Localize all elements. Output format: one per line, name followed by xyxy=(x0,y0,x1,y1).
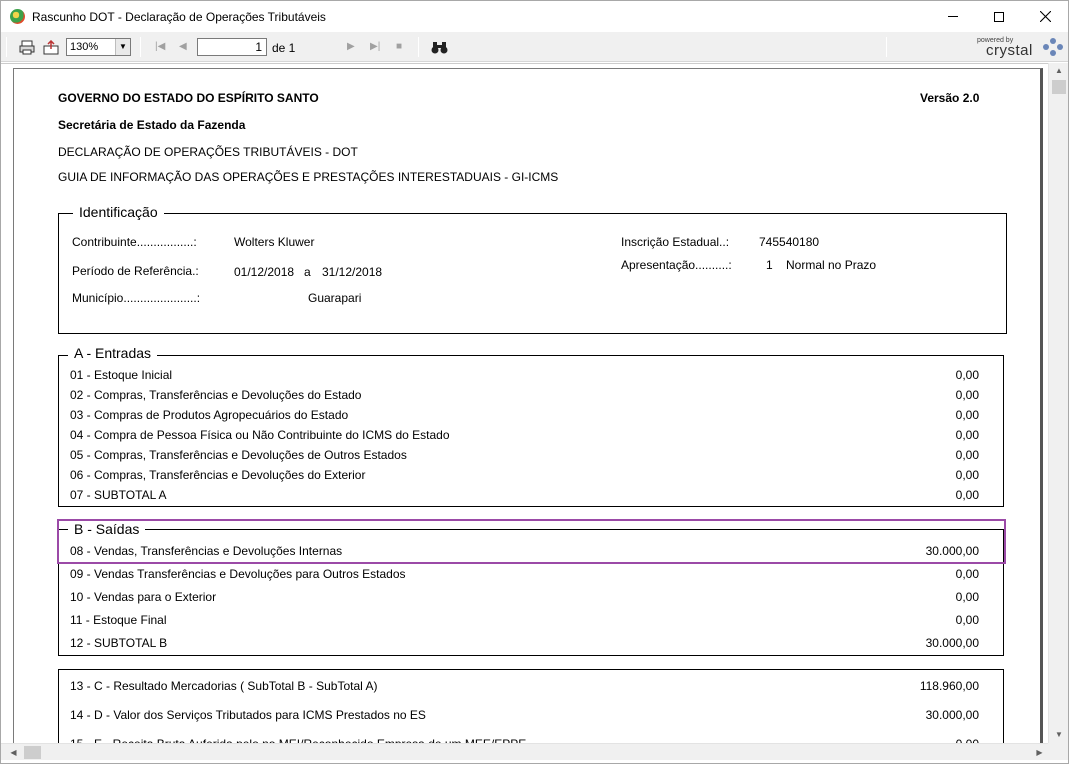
scrollbar-corner xyxy=(1048,743,1068,760)
row-amount: 0,00 xyxy=(955,368,979,382)
row-label: 01 - Estoque Inicial xyxy=(70,368,173,382)
next-page-icon[interactable]: ▶ xyxy=(347,41,355,52)
printer-icon[interactable] xyxy=(18,38,36,56)
periodo-from: 01/12/2018 xyxy=(234,265,295,279)
contribuinte-label: Contribuinte.................: xyxy=(72,235,197,249)
apresentacao-label: Apresentação..........: xyxy=(621,258,732,272)
vertical-scrollbar[interactable]: ▲ ▼ xyxy=(1048,63,1068,743)
zoom-value: 130% xyxy=(70,41,99,53)
row-amount: 0,00 xyxy=(955,567,979,581)
row-label: 02 - Compras, Transferências e Devoluçõe… xyxy=(70,388,362,402)
row-amount: 0,00 xyxy=(955,613,979,627)
page-count: de 1 xyxy=(272,41,296,55)
municipio-value: Guarapari xyxy=(308,291,362,305)
row-label: 12 - SUBTOTAL B xyxy=(70,636,168,650)
brand-label: crystal xyxy=(986,42,1033,59)
identification-legend: Identificação xyxy=(73,204,164,220)
scroll-down-icon[interactable]: ▼ xyxy=(1049,727,1068,743)
first-page-icon[interactable]: |◀ xyxy=(155,41,165,52)
row-amount: 0,00 xyxy=(955,590,979,604)
inscricao-value: 745540180 xyxy=(759,235,820,249)
row-amount: 118.960,00 xyxy=(919,679,979,693)
periodo-label: Período de Referência.: xyxy=(72,264,199,278)
export-icon[interactable] xyxy=(42,38,60,56)
row-label: 03 - Compras de Produtos Agropecuários d… xyxy=(70,408,349,422)
row-label: 13 - C - Resultado Mercadorias ( SubTota… xyxy=(70,679,378,693)
row-label: 10 - Vendas para o Exterior xyxy=(70,590,217,604)
prev-page-icon[interactable]: ◀ xyxy=(179,41,187,52)
title-bar: Rascunho DOT - Declaração de Operações T… xyxy=(1,1,1068,32)
stop-icon[interactable]: ■ xyxy=(396,41,402,52)
scroll-left-icon[interactable]: ◀ xyxy=(5,744,22,761)
window-title: Rascunho DOT - Declaração de Operações T… xyxy=(32,10,326,24)
row-label: 09 - Vendas Transferências e Devoluções … xyxy=(70,567,406,581)
identification-section xyxy=(58,213,1007,334)
close-button[interactable] xyxy=(1022,1,1068,32)
row-amount: 30.000,00 xyxy=(925,544,979,558)
row-amount: 0,00 xyxy=(955,448,979,462)
chevron-down-icon[interactable]: ▼ xyxy=(115,39,130,55)
report-window: Rascunho DOT - Declaração de Operações T… xyxy=(0,0,1069,764)
row-label: 14 - D - Valor dos Serviços Tributados p… xyxy=(70,708,426,722)
inscricao-label: Inscrição Estadual..: xyxy=(621,235,730,249)
apresentacao-code: 1 xyxy=(766,258,773,272)
app-icon xyxy=(10,9,25,24)
row-label: 11 - Estoque Final xyxy=(70,613,167,627)
toolbar-separator xyxy=(886,37,887,57)
declaracao-title: DECLARAÇÃO DE OPERAÇÕES TRIBUTÁVEIS - DO… xyxy=(58,145,358,159)
row-amount: 0,00 xyxy=(955,388,979,402)
row-amount: 30.000,00 xyxy=(925,636,979,650)
version-label: Versão 2.0 xyxy=(920,91,980,105)
row-label: 07 - SUBTOTAL A xyxy=(70,488,167,502)
contribuinte-value: Wolters Kluwer xyxy=(234,235,315,249)
scroll-up-icon[interactable]: ▲ xyxy=(1049,63,1068,79)
toolbar-separator xyxy=(418,37,419,57)
minimize-button[interactable] xyxy=(930,1,976,32)
row-label: 04 - Compra de Pessoa Física ou Não Cont… xyxy=(70,428,450,442)
toolbar-grip xyxy=(6,37,7,57)
row-amount: 0,00 xyxy=(955,428,979,442)
entradas-legend: A - Entradas xyxy=(68,345,158,361)
minimize-icon xyxy=(948,16,958,17)
scroll-right-icon[interactable]: ▶ xyxy=(1031,744,1048,761)
crystal-dots-icon xyxy=(1043,38,1063,56)
row-amount: 0,00 xyxy=(955,468,979,482)
row-amount: 0,00 xyxy=(955,408,979,422)
page-number-input[interactable]: 1 xyxy=(197,38,267,56)
close-icon xyxy=(1039,11,1051,22)
secretaria-title: Secretária de Estado da Fazenda xyxy=(58,118,246,132)
horizontal-scroll-thumb[interactable] xyxy=(24,746,41,759)
last-page-icon[interactable]: ▶| xyxy=(370,41,380,52)
periodo-to: 31/12/2018 xyxy=(322,265,383,279)
horizontal-scrollbar[interactable]: ◀ ▶ xyxy=(1,743,1048,760)
row-amount: 30.000,00 xyxy=(925,708,979,722)
zoom-select[interactable]: 130% ▼ xyxy=(66,38,131,56)
apresentacao-value: Normal no Prazo xyxy=(786,258,877,272)
binoculars-icon[interactable] xyxy=(430,38,448,56)
toolbar: 130% ▼ |◀ ◀ 1 de 1 ▶ ▶| ■ xyxy=(1,32,1068,62)
periodo-separator: a xyxy=(304,265,311,279)
crystal-logo: powered by crystal xyxy=(969,34,1065,60)
maximize-icon xyxy=(994,11,1004,22)
row-label: 06 - Compras, Transferências e Devoluçõe… xyxy=(70,468,366,482)
guia-title: GUIA DE INFORMAÇÃO DAS OPERAÇÕES E PREST… xyxy=(58,170,559,184)
gov-title: GOVERNO DO ESTADO DO ESPÍRITO SANTO xyxy=(58,91,319,105)
row-label: 08 - Vendas, Transferências e Devoluções… xyxy=(70,544,343,558)
row-label: 05 - Compras, Transferências e Devoluçõe… xyxy=(70,448,407,462)
municipio-label: Município......................: xyxy=(72,291,201,305)
row-amount: 0,00 xyxy=(955,488,979,502)
toolbar-separator xyxy=(140,37,141,57)
vertical-scroll-thumb[interactable] xyxy=(1052,80,1066,94)
maximize-button[interactable] xyxy=(976,1,1022,32)
